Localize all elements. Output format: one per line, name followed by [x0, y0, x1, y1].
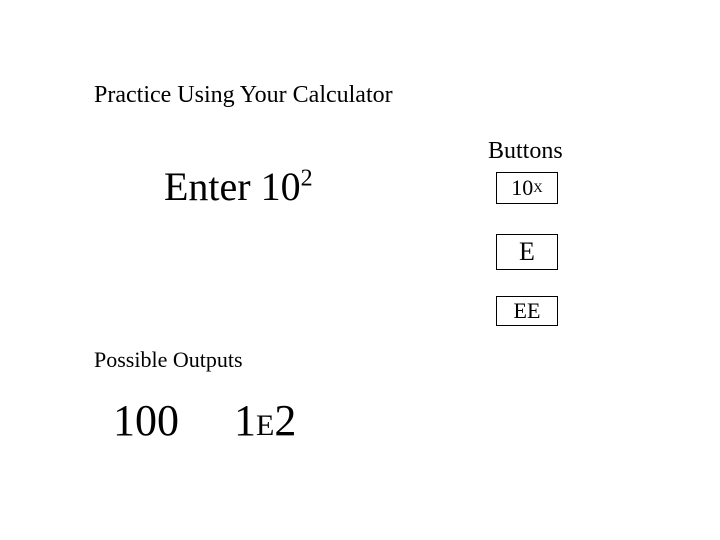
output-sci-mantissa: 1: [234, 396, 256, 445]
possible-outputs-heading: Possible Outputs: [94, 347, 243, 373]
buttons-heading: Buttons: [488, 138, 563, 165]
output-plain: 100: [113, 395, 179, 446]
output-scientific: 1E2: [234, 395, 296, 446]
button-ee-label: EE: [514, 300, 541, 322]
button-10x-base: 10: [511, 177, 533, 199]
button-e-label: E: [519, 239, 535, 265]
enter-superscript: 2: [301, 166, 313, 192]
button-e[interactable]: E: [496, 234, 558, 270]
output-sci-exp: 2: [274, 396, 296, 445]
button-ee[interactable]: EE: [496, 296, 558, 326]
slide: Practice Using Your Calculator Buttons E…: [0, 0, 720, 540]
page-title: Practice Using Your Calculator: [94, 82, 393, 109]
button-10x[interactable]: 10X: [496, 172, 558, 204]
enter-prefix: Enter 10: [164, 164, 301, 209]
output-sci-e: E: [256, 409, 274, 442]
enter-expression: Enter 102: [164, 163, 313, 210]
